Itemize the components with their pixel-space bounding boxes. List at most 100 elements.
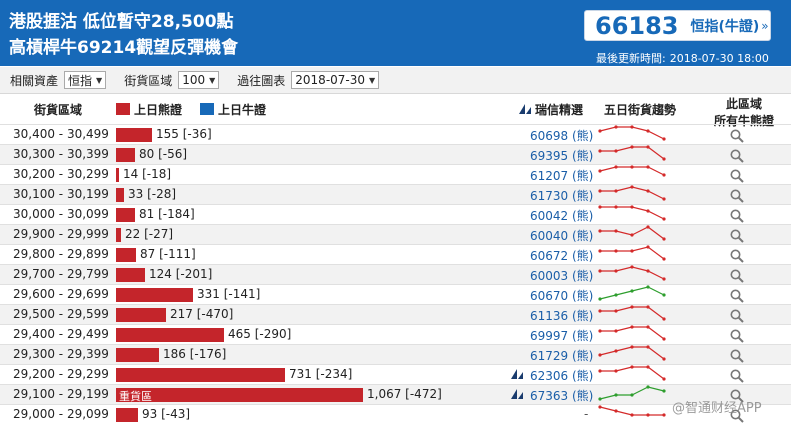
trend-point (662, 337, 666, 341)
trend-point (614, 189, 618, 193)
search-icon[interactable] (729, 208, 745, 224)
bear-bar[interactable] (116, 308, 166, 322)
trend-sparkline[interactable] (598, 145, 668, 165)
trend-line (600, 146, 665, 160)
credit-suisse-sails-icon (511, 369, 523, 379)
asset-select[interactable]: 恒指 ▼ (64, 71, 107, 89)
search-icon[interactable] (729, 248, 745, 264)
trend-sparkline[interactable] (598, 205, 668, 225)
rec-code-link[interactable]: 69997 (熊) (530, 327, 593, 344)
rec-column-label: 瑞信精選 (535, 103, 584, 117)
trend-sparkline[interactable] (598, 345, 668, 365)
bear-bar[interactable]: 重貨區 (116, 388, 363, 403)
bear-bar[interactable] (116, 128, 152, 142)
trend-sparkline[interactable] (598, 385, 668, 405)
zone-range: 30,400 - 30,499 (13, 127, 109, 141)
rec-code-link[interactable]: 60003 (熊) (530, 267, 593, 284)
zone-column-header: 街貨區域 (34, 103, 83, 117)
trend-point (646, 245, 650, 249)
credit-suisse-sails-icon (519, 104, 531, 114)
chevron-down-icon: ▼ (209, 75, 216, 85)
rec-code-link[interactable]: 61730 (熊) (530, 187, 593, 204)
zone-select[interactable]: 100 ▼ (178, 71, 220, 89)
rec-code-link[interactable]: 61136 (熊) (530, 307, 593, 324)
trend-line (599, 386, 665, 400)
trend-point (646, 305, 650, 309)
search-icon[interactable] (729, 148, 745, 164)
trend-point (598, 229, 602, 233)
rec-code-link[interactable]: 60672 (熊) (530, 247, 593, 264)
bear-bar[interactable] (116, 288, 193, 302)
trend-point (598, 189, 602, 193)
date-select[interactable]: 2018-07-30 ▼ (291, 71, 380, 89)
bear-bar[interactable] (116, 148, 135, 162)
trend-sparkline[interactable] (598, 185, 668, 205)
quote-box[interactable]: 66183 恒指(牛證) » (584, 10, 771, 41)
search-icon[interactable] (729, 268, 745, 284)
trend-point (598, 269, 602, 273)
rec-code-link[interactable]: 60698 (熊) (530, 127, 593, 144)
rec-code-link[interactable]: 60042 (熊) (530, 207, 593, 224)
search-icon[interactable] (729, 328, 745, 344)
trend-line (600, 186, 665, 200)
headline-2[interactable]: 高槓桿牛69214觀望反彈機會 (9, 33, 238, 58)
search-icon[interactable] (729, 228, 745, 244)
bear-bar[interactable] (116, 248, 136, 262)
trend-sparkline[interactable] (598, 225, 668, 245)
chevron-down-icon: ▼ (96, 75, 103, 85)
legend-bull: 上日牛證 (200, 101, 266, 118)
search-icon[interactable] (729, 168, 745, 184)
trend-point (630, 289, 634, 293)
rec-code-link[interactable]: 61207 (熊) (530, 167, 593, 184)
asset-label: 相關資產 (10, 73, 59, 88)
rec-code-link[interactable]: 61729 (熊) (530, 347, 593, 364)
bear-bar[interactable] (116, 328, 224, 342)
rec-code-link[interactable]: 67363 (熊) (530, 387, 593, 404)
trend-sparkline[interactable] (598, 165, 668, 185)
rec-code-link[interactable]: 69395 (熊) (530, 147, 593, 164)
table-row: 29,900 - 29,999 22 [-27] 60040 (熊) (0, 224, 791, 244)
trend-point (598, 169, 602, 173)
trend-sparkline[interactable] (598, 285, 668, 305)
trend-sparkline[interactable] (598, 365, 668, 385)
zone-range: 29,400 - 29,499 (13, 327, 109, 341)
trend-point (646, 325, 650, 329)
rec-code-link[interactable]: 60670 (熊) (530, 287, 593, 304)
search-icon[interactable] (729, 128, 745, 144)
trend-sparkline[interactable] (598, 125, 668, 145)
bear-value: 217 [-470] (170, 307, 234, 321)
trend-sparkline[interactable] (598, 265, 668, 285)
trend-point (630, 365, 634, 369)
bear-bar[interactable] (116, 408, 138, 422)
legend-bull-label: 上日牛證 (218, 103, 267, 117)
bear-bar[interactable] (116, 208, 135, 222)
table-row: 30,000 - 30,099 81 [-184] 60042 (熊) (0, 204, 791, 224)
chevron-right-icon: » (761, 18, 769, 33)
bear-value: 22 [-27] (125, 227, 174, 241)
bear-bar[interactable] (116, 268, 145, 282)
bear-bar[interactable] (116, 228, 121, 242)
watermark: @智通财经APP (672, 401, 762, 416)
trend-line (599, 286, 665, 300)
search-icon[interactable] (729, 368, 745, 384)
bear-bar[interactable] (116, 368, 285, 382)
search-icon[interactable] (729, 308, 745, 324)
search-icon[interactable] (729, 348, 745, 364)
zone-range: 29,600 - 29,699 (13, 287, 109, 301)
trend-point (630, 345, 634, 349)
bear-bar[interactable] (116, 168, 119, 182)
trend-sparkline[interactable] (598, 325, 668, 345)
rec-code-link[interactable]: 60040 (熊) (530, 227, 593, 244)
trend-point (662, 237, 666, 241)
bear-bar[interactable] (116, 188, 124, 202)
rec-code-link[interactable]: 62306 (熊) (530, 367, 593, 384)
trend-sparkline[interactable] (598, 305, 668, 325)
search-icon[interactable] (729, 288, 745, 304)
zone-range: 29,000 - 29,099 (13, 407, 109, 421)
headline-1[interactable]: 港股捱沽 低位暫守28,500點 (9, 7, 234, 32)
search-icon[interactable] (729, 188, 745, 204)
trend-sparkline[interactable] (598, 245, 668, 265)
trend-sparkline[interactable] (598, 405, 668, 425)
heavy-zone-label: 重貨區 (119, 390, 152, 403)
bear-bar[interactable] (116, 348, 159, 362)
